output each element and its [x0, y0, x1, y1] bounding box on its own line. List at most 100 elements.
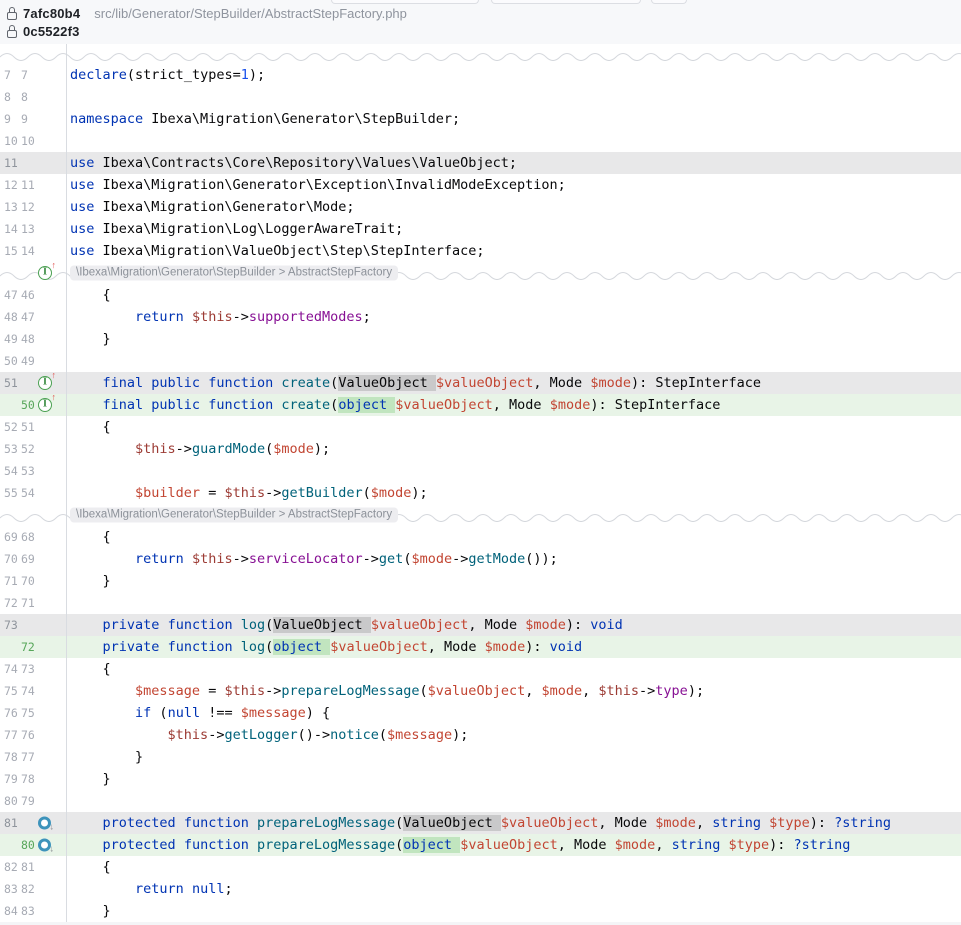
- code-text[interactable]: protected function prepareLogMessage(Val…: [67, 812, 961, 834]
- diff-line[interactable]: 4847 return $this->supportedModes;: [0, 306, 961, 328]
- code-text[interactable]: [67, 130, 961, 152]
- diff-line-added[interactable]: 80↓ protected function prepareLogMessage…: [0, 834, 961, 856]
- new-line-number: 80: [21, 834, 35, 856]
- code-text[interactable]: return null;: [67, 878, 961, 900]
- code-text[interactable]: {: [67, 526, 961, 548]
- gutter: 7877: [0, 746, 67, 768]
- code-text[interactable]: }: [67, 570, 961, 592]
- implements-method-icon[interactable]: I↑: [38, 266, 52, 280]
- diff-line[interactable]: 7473 {: [0, 658, 961, 680]
- diff-line[interactable]: 1413use Ibexa\Migration\Log\LoggerAwareT…: [0, 218, 961, 240]
- code-text[interactable]: declare(strict_types=1);: [67, 64, 961, 86]
- diff-line[interactable]: 8079: [0, 790, 961, 812]
- code-text[interactable]: return $this->supportedModes;: [67, 306, 961, 328]
- diff-line[interactable]: 8281 {: [0, 856, 961, 878]
- diff-line[interactable]: 1312use Ibexa\Migration\Generator\Mode;: [0, 196, 961, 218]
- diff-line[interactable]: 4948 }: [0, 328, 961, 350]
- old-line-number: 78: [4, 746, 18, 768]
- code-text[interactable]: [67, 460, 961, 482]
- code-text[interactable]: [67, 592, 961, 614]
- diff-line[interactable]: 5352 $this->guardMode($mode);: [0, 438, 961, 460]
- code-text[interactable]: private function log(ValueObject $valueO…: [67, 614, 961, 636]
- code-text[interactable]: {: [67, 416, 961, 438]
- code-text[interactable]: use Ibexa\Migration\Log\LoggerAwareTrait…: [67, 218, 961, 240]
- diff-line[interactable]: 1514use Ibexa\Migration\ValueObject\Step…: [0, 240, 961, 262]
- diff-body[interactable]: 77declare(strict_types=1);8899namespace …: [0, 44, 961, 922]
- code-text[interactable]: return $this->serviceLocator->get($mode-…: [67, 548, 961, 570]
- code-text[interactable]: {: [67, 658, 961, 680]
- code-text[interactable]: use Ibexa\Contracts\Core\Repository\Valu…: [67, 152, 961, 174]
- collapsed-region-label[interactable]: \Ibexa\Migration\Generator\StepBuilder >…: [70, 508, 398, 523]
- code-text[interactable]: }: [67, 900, 961, 922]
- diff-line[interactable]: 7069 return $this->serviceLocator->get($…: [0, 548, 961, 570]
- gutter: 7170: [0, 570, 67, 592]
- diff-line-added[interactable]: 50I↑ final public function create(object…: [0, 394, 961, 416]
- code-text[interactable]: use Ibexa\Migration\Generator\Exception\…: [67, 174, 961, 196]
- diff-line[interactable]: 77declare(strict_types=1);: [0, 64, 961, 86]
- diff-line-added[interactable]: 72 private function log(object $valueObj…: [0, 636, 961, 658]
- diff-line-removed[interactable]: 11 use Ibexa\Contracts\Core\Repository\Va…: [0, 152, 961, 174]
- diff-line[interactable]: 5554 $builder = $this->getBuilder($mode)…: [0, 482, 961, 504]
- old-line-number: 8: [4, 86, 11, 108]
- method-overridden-icon[interactable]: ↓: [38, 817, 51, 830]
- diff-line[interactable]: 88: [0, 86, 961, 108]
- code-text[interactable]: use Ibexa\Migration\Generator\Mode;: [67, 196, 961, 218]
- code-text[interactable]: [67, 790, 961, 812]
- code-text[interactable]: namespace Ibexa\Migration\Generator\Step…: [67, 108, 961, 130]
- code-text[interactable]: }: [67, 328, 961, 350]
- collapsed-region-separator[interactable]: I↑ \Ibexa\Migration\Generator\StepBuilder…: [0, 262, 961, 284]
- code-text[interactable]: $this->guardMode($mode);: [67, 438, 961, 460]
- diff-line[interactable]: 7675 if (null !== $message) {: [0, 702, 961, 724]
- diff-line[interactable]: 8382 return null;: [0, 878, 961, 900]
- code-text[interactable]: $builder = $this->getBuilder($mode);: [67, 482, 961, 504]
- diff-line[interactable]: 5049: [0, 350, 961, 372]
- gutter: 7473: [0, 658, 67, 680]
- code-text[interactable]: final public function create(ValueObject…: [67, 372, 961, 394]
- diff-line[interactable]: 1211use Ibexa\Migration\Generator\Except…: [0, 174, 961, 196]
- old-line-number: 51: [4, 372, 18, 394]
- diff-line[interactable]: 7978 }: [0, 768, 961, 790]
- code-text[interactable]: protected function prepareLogMessage(obj…: [67, 834, 961, 856]
- code-text[interactable]: }: [67, 746, 961, 768]
- code-text[interactable]: $this->getLogger()->notice($message);: [67, 724, 961, 746]
- old-line-number: 11: [4, 152, 18, 174]
- method-overridden-icon[interactable]: ↓: [38, 839, 51, 852]
- code-text[interactable]: $message = $this->prepareLogMessage($val…: [67, 680, 961, 702]
- code-text[interactable]: [67, 350, 961, 372]
- code-text[interactable]: use Ibexa\Migration\ValueObject\Step\Ste…: [67, 240, 961, 262]
- code-text[interactable]: final public function create(object $val…: [67, 394, 961, 416]
- diff-line[interactable]: 4746 {: [0, 284, 961, 306]
- diff-line[interactable]: 8483 }: [0, 900, 961, 922]
- code-text[interactable]: }: [67, 768, 961, 790]
- diff-line[interactable]: 99namespace Ibexa\Migration\Generator\St…: [0, 108, 961, 130]
- gutter: 5554: [0, 482, 67, 504]
- old-line-number: 10: [4, 130, 18, 152]
- old-line-number: 48: [4, 306, 18, 328]
- diff-line-removed[interactable]: 51 I↑ final public function create(ValueO…: [0, 372, 961, 394]
- implements-method-icon[interactable]: I↑: [38, 398, 52, 412]
- gutter: 8483: [0, 900, 67, 922]
- diff-line[interactable]: 6968 {: [0, 526, 961, 548]
- code-text[interactable]: {: [67, 284, 961, 306]
- diff-line-removed[interactable]: 81↓ protected function prepareLogMessage…: [0, 812, 961, 834]
- collapsed-region-separator[interactable]: \Ibexa\Migration\Generator\StepBuilder >…: [0, 504, 961, 526]
- diff-line-removed[interactable]: 73 private function log(ValueObject $val…: [0, 614, 961, 636]
- diff-line[interactable]: 5251 {: [0, 416, 961, 438]
- diff-line[interactable]: 7776 $this->getLogger()->notice($message…: [0, 724, 961, 746]
- gutter: 4847: [0, 306, 67, 328]
- implements-method-icon[interactable]: I↑: [38, 376, 52, 390]
- collapsed-region-separator[interactable]: [0, 44, 961, 64]
- gutter: 5049: [0, 350, 67, 372]
- diff-line[interactable]: 1010: [0, 130, 961, 152]
- code-text[interactable]: private function log(object $valueObject…: [67, 636, 961, 658]
- diff-line[interactable]: 7170 }: [0, 570, 961, 592]
- diff-line[interactable]: 7877 }: [0, 746, 961, 768]
- collapsed-region-label[interactable]: \Ibexa\Migration\Generator\StepBuilder >…: [70, 266, 398, 281]
- code-text[interactable]: [67, 86, 961, 108]
- code-text[interactable]: if (null !== $message) {: [67, 702, 961, 724]
- diff-line[interactable]: 7574 $message = $this->prepareLogMessage…: [0, 680, 961, 702]
- new-line-number: 8: [21, 86, 28, 108]
- diff-line[interactable]: 7271: [0, 592, 961, 614]
- diff-line[interactable]: 5453: [0, 460, 961, 482]
- code-text[interactable]: {: [67, 856, 961, 878]
